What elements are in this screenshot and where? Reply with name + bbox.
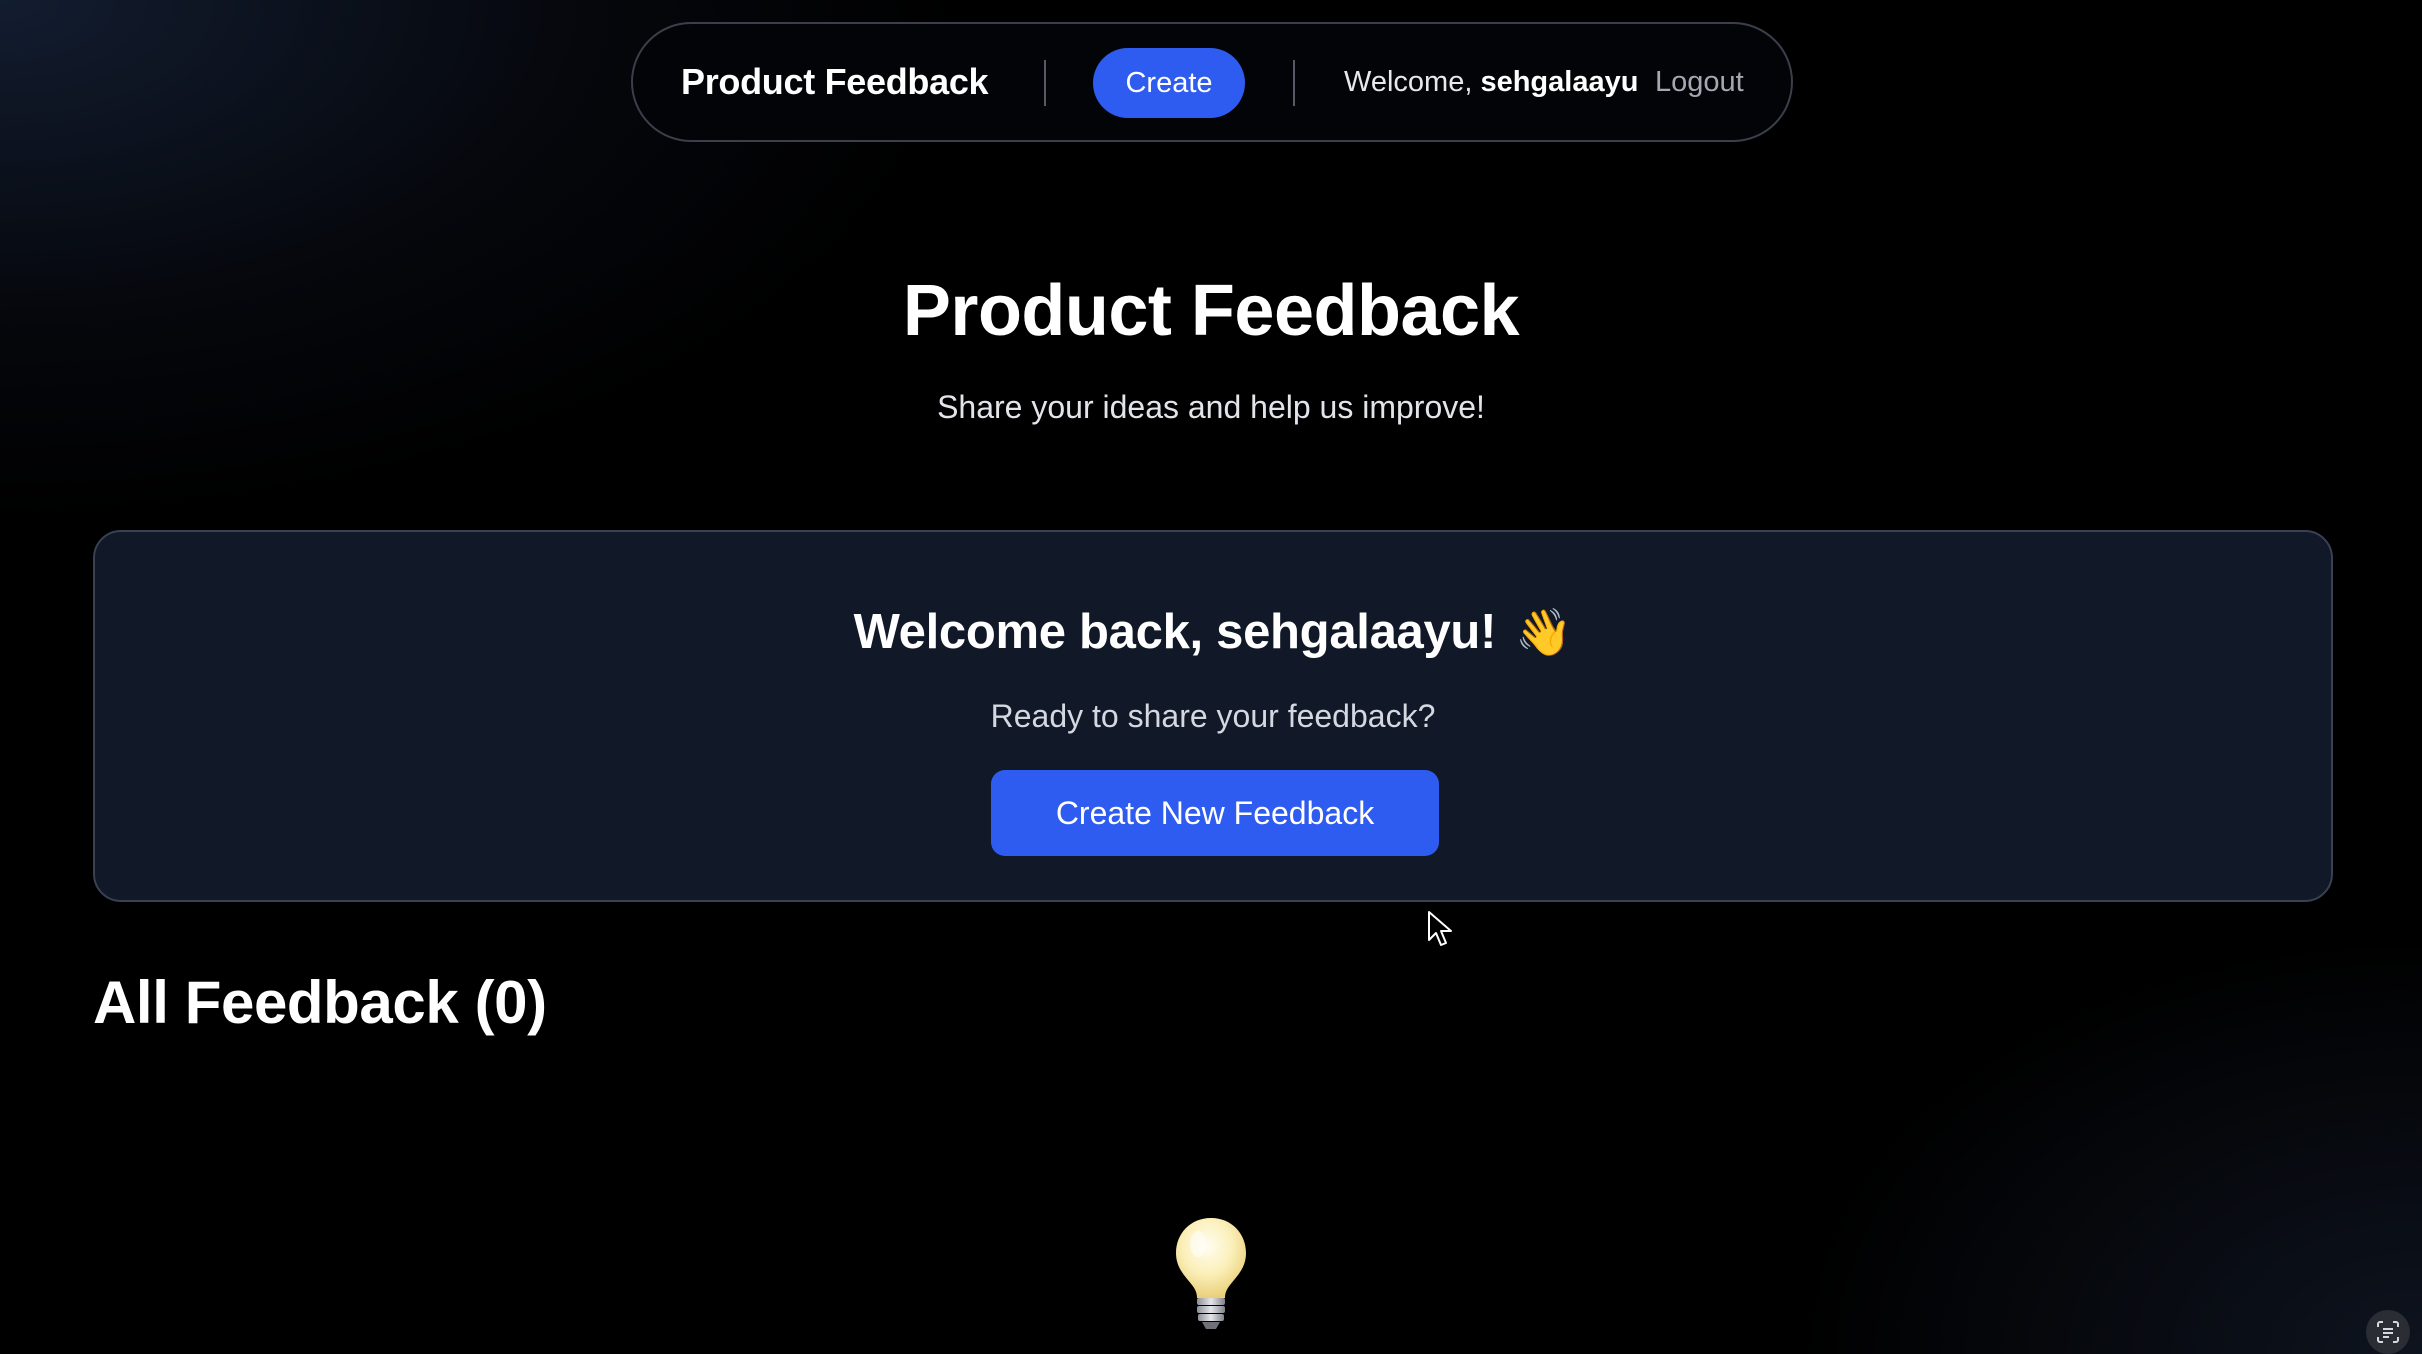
nav-brand[interactable]: Product Feedback	[681, 24, 989, 140]
welcome-prefix: Welcome,	[1344, 66, 1481, 98]
page-subtitle: Share your ideas and help us improve!	[937, 389, 1485, 425]
welcome-card: Welcome back, sehgalaayu! 👋 Ready to sha…	[93, 530, 2333, 902]
corner-utility-button[interactable]	[2366, 1310, 2410, 1354]
waving-hand-icon: 👋	[1515, 606, 1573, 658]
nav-welcome-text: Welcome, sehgalaayu	[1344, 24, 1638, 140]
nav-divider	[1044, 60, 1046, 106]
scan-text-icon	[2377, 1321, 2399, 1343]
top-nav: Product Feedback Create Welcome, sehgala…	[631, 22, 1793, 142]
username: sehgalaayu	[1480, 66, 1639, 98]
create-new-feedback-button[interactable]: Create New Feedback	[991, 770, 1439, 856]
welcome-heading: Welcome back, sehgalaayu! 👋	[95, 604, 2331, 660]
welcome-heading-text: Welcome back, sehgalaayu!	[853, 605, 1497, 659]
mouse-cursor-icon	[1428, 911, 1452, 946]
lightbulb-icon	[1176, 1218, 1246, 1329]
logout-link[interactable]: Logout	[1655, 24, 1744, 140]
page-title: Product Feedback	[902, 271, 1520, 351]
welcome-subtitle: Ready to share your feedback?	[990, 698, 1436, 734]
create-button[interactable]: Create	[1093, 48, 1245, 118]
nav-divider	[1293, 60, 1295, 106]
all-feedback-heading: All Feedback (0)	[93, 969, 547, 1036]
